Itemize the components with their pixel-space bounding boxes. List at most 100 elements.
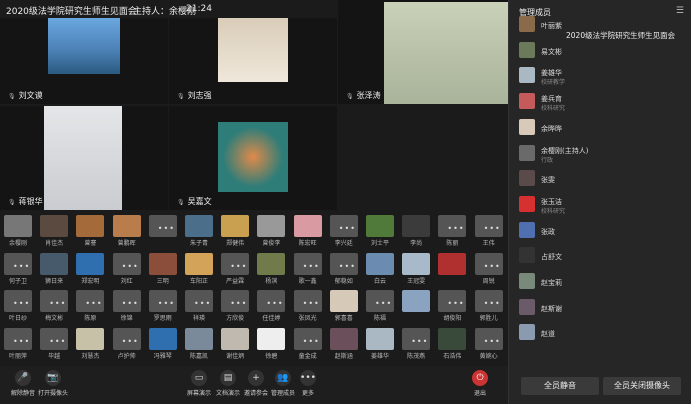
participant-thumb[interactable]: ••• 陈丽 xyxy=(435,213,469,247)
participant-thumb[interactable]: 王冠雯 xyxy=(399,251,433,285)
participant-thumb[interactable]: ••• 陈茂燕 xyxy=(399,326,433,360)
participant-thumb[interactable]: ••• 胡俊阳 xyxy=(435,288,469,322)
member-item[interactable]: 赵宝莉 xyxy=(519,271,684,291)
participant-thumb[interactable]: 刘慧杰 xyxy=(73,326,107,360)
member-item[interactable]: 姜雄华 校研教学 xyxy=(519,65,684,86)
participant-thumb[interactable]: ••• 刘红 xyxy=(110,251,144,285)
participant-thumb[interactable]: 李尚 xyxy=(399,213,433,247)
avatar xyxy=(293,215,322,237)
video-feed xyxy=(218,18,288,82)
participant-thumb[interactable]: ••• 叶日纱 xyxy=(1,288,35,322)
camera-off-icon: ••• xyxy=(474,215,503,237)
video-tile[interactable]: 张泽涛 xyxy=(338,0,508,104)
participant-thumb[interactable]: 郭喜喜 xyxy=(327,288,361,322)
camera-off-icon: ••• xyxy=(112,290,141,312)
more-button[interactable]: ••• 更多 xyxy=(291,370,325,397)
participant-thumb[interactable]: 车阳正 xyxy=(182,251,216,285)
participant-thumb[interactable]: ••• 严益霖 xyxy=(218,251,252,285)
participant-thumb[interactable]: 石浩伟 xyxy=(435,326,469,360)
participant-thumb[interactable]: 肖佳杰 xyxy=(37,213,71,247)
participant-thumb[interactable]: 狮日来 xyxy=(37,251,71,285)
cameras-off-button[interactable]: 全员关闭摄像头 xyxy=(603,377,681,395)
video-tile[interactable]: 蒋银华 xyxy=(0,106,168,210)
member-name: 余晔晔 xyxy=(541,124,562,133)
participant-thumb[interactable]: 杨滨 xyxy=(254,251,288,285)
member-item[interactable]: 占舒文 xyxy=(519,245,684,265)
participant-thumb[interactable]: ••• 陈福 xyxy=(363,288,397,322)
participant-thumb[interactable]: ••• 梅文彬 xyxy=(37,288,71,322)
camera-off-icon: ••• xyxy=(40,290,69,312)
participant-thumb[interactable]: ••• 祥瑛 xyxy=(182,288,216,322)
participant-thumb[interactable]: 曾鹏晖 xyxy=(110,213,144,247)
participant-thumb[interactable]: ••• 郭胜儿 xyxy=(472,288,506,322)
avatar xyxy=(221,327,250,350)
participant-thumb[interactable]: ••• 黄婉心 xyxy=(472,326,506,360)
unmute-button[interactable]: 🎤 解除静音 xyxy=(6,370,40,397)
participant-thumb[interactable]: ••• xyxy=(146,213,180,246)
participant-thumb[interactable]: 郑健伟 xyxy=(218,213,252,247)
participant-thumb[interactable]: ••• 何子卫 xyxy=(1,251,35,285)
video-tile[interactable]: 吴嘉文 xyxy=(169,106,337,210)
participant-thumb[interactable]: 郑宏明 xyxy=(73,251,107,285)
participant-thumb[interactable]: 三明 xyxy=(146,251,180,285)
member-item[interactable]: 张政 xyxy=(519,220,684,240)
member-item[interactable]: 赵斯谢 xyxy=(519,297,684,317)
participant-thumb[interactable]: ••• 任佳婷 xyxy=(254,288,288,322)
avatar xyxy=(519,195,535,212)
participant-thumb[interactable]: ••• 歌一鑫 xyxy=(291,251,325,285)
doc-icon: ▤ xyxy=(220,370,236,386)
participant-thumb[interactable]: 姜雄华 xyxy=(363,326,397,360)
participant-thumb[interactable]: 曾俊李 xyxy=(254,213,288,247)
participant-thumb[interactable] xyxy=(399,288,433,321)
exit-button[interactable]: ⏻ 退出 xyxy=(463,370,497,397)
member-item[interactable]: 余樱刚(主持人) 行政 xyxy=(519,143,684,164)
participant-thumb[interactable]: ••• 毕越 xyxy=(37,326,71,360)
participant-thumb[interactable]: 陈宏旺 xyxy=(291,213,325,247)
member-item[interactable]: 赵道 xyxy=(519,322,684,342)
participant-thumb[interactable]: 白云 xyxy=(363,251,397,285)
participant-thumb[interactable]: 徐碧 xyxy=(254,326,288,360)
video-tile[interactable]: 刘文谟 xyxy=(0,18,168,104)
participant-thumb[interactable]: 陈嘉凯 xyxy=(182,326,216,360)
participant-thumb[interactable]: 朱子青 xyxy=(182,213,216,247)
camera-off-icon: ••• xyxy=(148,215,177,237)
participant-label: 方欣俊 xyxy=(226,315,245,322)
member-item[interactable]: 姜兵育 校科研究 xyxy=(519,91,684,112)
avatar xyxy=(519,247,535,264)
invite-label: 邀请参会 xyxy=(243,390,268,397)
participant-thumb[interactable]: ••• 周锐 xyxy=(472,251,506,285)
avatar xyxy=(519,93,535,110)
member-item[interactable]: 张雯 xyxy=(519,168,684,188)
camera-off-icon: ••• xyxy=(221,290,250,312)
participant-thumb[interactable]: 谢佳炳 xyxy=(218,326,252,360)
participant-thumb[interactable]: 余樱刚 xyxy=(1,213,35,247)
member-item[interactable]: 张玉洁 校科研究 xyxy=(519,194,684,215)
video-tile[interactable]: 刘志强 xyxy=(169,18,337,104)
participant-thumb[interactable]: ••• 卢护帅 xyxy=(110,326,144,360)
participant-thumb[interactable]: ••• 李兴廷 xyxy=(327,213,361,247)
meeting-title: 2020级法学院研究生师生见面会 xyxy=(6,7,137,17)
participant-thumb[interactable]: ••• 陈原 xyxy=(73,288,107,322)
participant-thumb[interactable]: ••• 方欣俊 xyxy=(218,288,252,322)
participant-label: 杨滨 xyxy=(265,277,278,285)
participant-thumb[interactable] xyxy=(435,251,469,284)
member-item[interactable]: 易文彬 xyxy=(519,40,684,60)
participant-thumb[interactable]: 刘士平 xyxy=(363,213,397,247)
participant-thumb[interactable]: 冯雅琴 xyxy=(146,326,180,360)
camera-button[interactable]: 📷 打开摄像头 xyxy=(36,370,70,397)
participant-thumb[interactable]: 赵斯涵 xyxy=(327,326,361,360)
member-item[interactable]: 余晔晔 xyxy=(519,117,684,137)
participant-thumb[interactable]: ••• 郁稳如 xyxy=(327,251,361,285)
participant-name: 刘志强 xyxy=(177,90,212,101)
participant-thumb[interactable]: ••• 罗思雨 xyxy=(146,288,180,322)
participant-label: 陈丽 xyxy=(446,240,459,247)
member-name: 叶丽紫 xyxy=(541,22,562,30)
participant-thumb[interactable]: ••• 叶丽萍 xyxy=(1,326,35,360)
participant-thumb[interactable]: ••• 王伟 xyxy=(472,213,506,247)
participant-thumb[interactable]: 曾謇 xyxy=(73,213,107,247)
participant-thumb[interactable]: ••• 童金成 xyxy=(291,326,325,360)
participant-label: 陈原 xyxy=(84,315,97,322)
participant-thumb[interactable]: ••• 徐锦 xyxy=(110,288,144,322)
participant-thumb[interactable]: ••• 张凤光 xyxy=(291,288,325,322)
mute-all-button[interactable]: 全员静音 xyxy=(521,377,599,395)
